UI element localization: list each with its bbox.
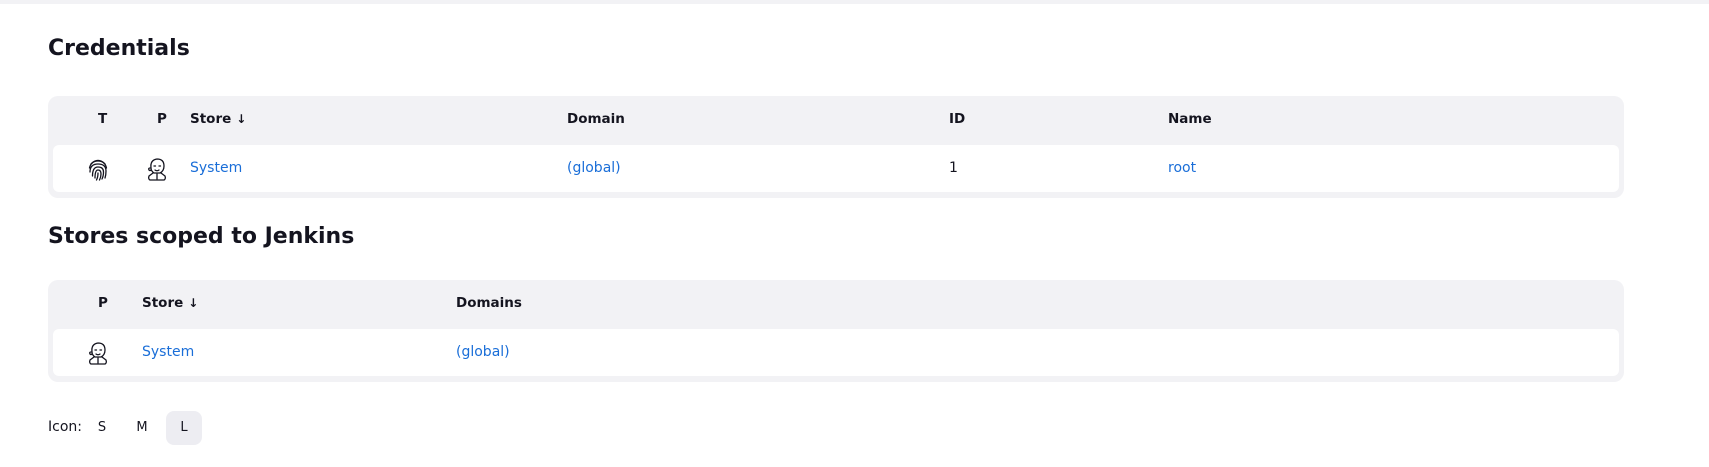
table-row: System (global) 1 root bbox=[53, 145, 1619, 192]
icon-size-label: Icon: bbox=[48, 419, 82, 435]
domain-link[interactable]: (global) bbox=[567, 160, 621, 176]
column-header-provider: P bbox=[98, 295, 108, 311]
icon-size-large-button[interactable]: L bbox=[166, 411, 202, 445]
column-header-store[interactable]: Store ↓ bbox=[142, 295, 198, 311]
icon-size-small-button[interactable]: S bbox=[84, 411, 120, 445]
icon-size-medium-button[interactable]: M bbox=[124, 411, 160, 445]
column-header-id[interactable]: ID bbox=[949, 111, 965, 127]
domains-link[interactable]: (global) bbox=[456, 344, 510, 360]
table-row: System (global) bbox=[53, 329, 1619, 376]
column-header-domains: Domains bbox=[456, 295, 522, 311]
stores-table: P Store ↓ Domains System (global) bbox=[48, 280, 1624, 382]
credential-id: 1 bbox=[949, 160, 958, 176]
fingerprint-icon bbox=[85, 156, 111, 182]
sort-arrow-icon: ↓ bbox=[236, 112, 247, 126]
column-header-name[interactable]: Name bbox=[1168, 111, 1212, 127]
column-header-type: T bbox=[98, 111, 108, 127]
sort-arrow-icon: ↓ bbox=[188, 296, 199, 310]
jenkins-icon bbox=[144, 156, 170, 182]
column-header-domain[interactable]: Domain bbox=[567, 111, 625, 127]
column-header-store[interactable]: Store ↓ bbox=[190, 111, 246, 127]
top-divider bbox=[0, 0, 1709, 4]
jenkins-icon bbox=[85, 340, 111, 366]
stores-title: Stores scoped to Jenkins bbox=[48, 224, 355, 249]
credential-name-link[interactable]: root bbox=[1168, 160, 1196, 176]
store-link[interactable]: System bbox=[190, 160, 242, 176]
store-link[interactable]: System bbox=[142, 344, 194, 360]
credentials-title: Credentials bbox=[48, 36, 190, 61]
credentials-table: T P Store ↓ Domain ID Name System (globa… bbox=[48, 96, 1624, 198]
column-header-provider: P bbox=[157, 111, 167, 127]
